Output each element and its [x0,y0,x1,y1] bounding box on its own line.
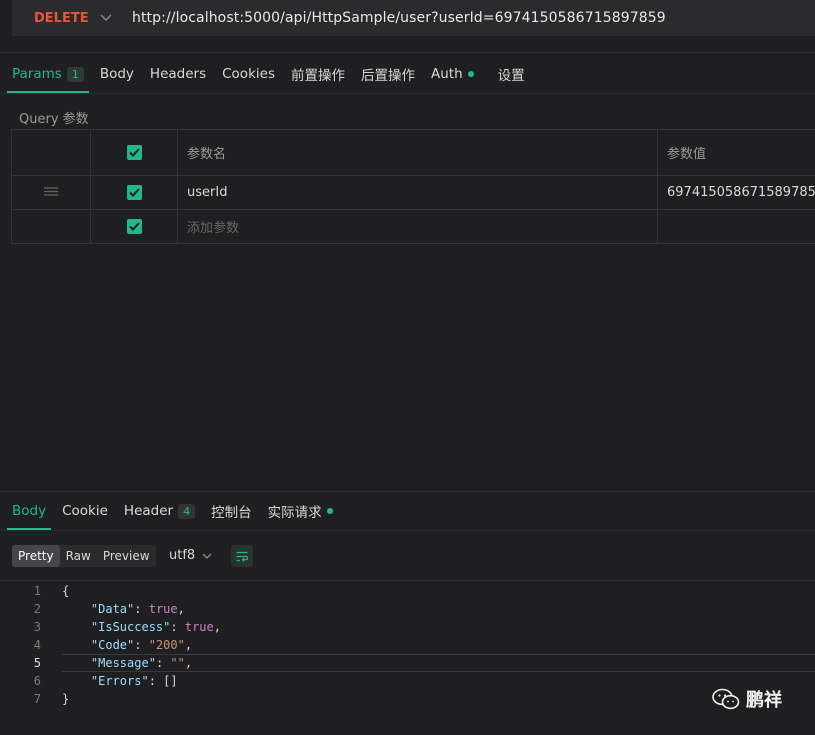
tab-label: 控制台 [211,505,252,521]
tab-response-cookie[interactable]: Cookie [62,492,108,530]
divider [0,580,815,581]
tab-label: 设置 [497,68,525,84]
line-number: 6 [33,674,41,688]
chevron-down-icon [202,553,212,559]
code-line: 7 } [0,690,815,708]
code-line: 4 "Code": "200", [0,636,815,654]
tab-settings[interactable]: 设置 [498,55,525,93]
add-param-value[interactable] [657,210,815,243]
table-cell [90,176,177,209]
line-number: 7 [33,692,41,706]
code-text: } [62,692,70,706]
query-params-label: Query 参数 [19,112,89,127]
table-cell [11,210,90,243]
code-text: "Code": "200", [90,638,193,652]
tab-label: 前置操作 [290,68,345,84]
view-pretty-button[interactable]: Pretty [12,545,60,567]
table-header-row: 参数名 参数值 [11,130,815,176]
code-line: 6 "Errors": [] [0,672,815,690]
code-line: 2 "Data": true, [0,600,815,618]
tab-response-body[interactable]: Body [6,492,52,530]
table-row: 添加参数 [11,210,815,244]
table-cell [11,130,90,175]
tab-label: Headers [149,66,207,82]
tab-params[interactable]: Params 1 [7,55,89,93]
encoding-value: utf8 [169,548,196,563]
view-raw-button[interactable]: Raw [60,545,97,567]
new-param-checkbox[interactable] [126,219,142,234]
tab-label: Auth [430,66,463,82]
divider [0,93,815,94]
tab-label: Body [12,503,47,519]
line-number: 5 [33,656,41,670]
tab-label: Body [99,66,134,82]
table-cell [90,210,177,243]
encoding-select[interactable]: utf8 [169,548,212,563]
table-cell [11,176,90,209]
tab-headers[interactable]: Headers [150,55,206,93]
wrap-icon [236,551,248,562]
tab-label: Cookie [62,503,108,519]
line-number: 2 [33,602,41,616]
response-tabs: Body Cookie Header 4 控制台 实际请求 [6,492,349,530]
request-tabs: Params 1 Body Headers Cookies 前置操作 后置操作 … [7,55,541,93]
url-bar: DELETE http://localhost:5000/api/HttpSam… [12,0,815,36]
status-dot [326,508,333,514]
line-number: 4 [33,638,41,652]
wechat-icon [712,688,740,710]
tab-console[interactable]: 控制台 [211,492,252,530]
watermark-text: 鹏祥 [746,690,782,711]
code-line: 1 { [0,582,815,600]
method-select[interactable]: DELETE [34,11,92,26]
watermark: 鹏祥 [712,686,782,712]
divider [0,52,815,53]
param-name-field[interactable]: userId [177,176,657,209]
tab-label: 后置操作 [360,68,415,84]
add-param-input[interactable]: 添加参数 [177,210,657,243]
tab-response-header[interactable]: Header 4 [123,492,196,530]
view-mode-toggle: Pretty Raw Preview [12,545,156,567]
chevron-down-icon[interactable] [92,0,120,36]
status-dot [467,71,474,77]
code-text: { [62,584,70,598]
divider [0,530,815,531]
code-text: "Errors": [] [90,674,178,688]
header-count-badge: 4 [178,503,196,519]
url-input[interactable]: http://localhost:5000/api/HttpSample/use… [132,10,666,26]
line-number: 1 [33,584,41,598]
column-header-value: 参数值 [657,130,815,175]
response-code-editor[interactable]: 1 { 2 "Data": true, 3 "IsSuccess": true,… [0,582,815,708]
tab-post-ops[interactable]: 后置操作 [361,55,415,93]
select-all-checkbox[interactable] [126,145,142,160]
table-cell [90,130,177,175]
code-line: 3 "IsSuccess": true, [0,618,815,636]
current-line-highlight [62,654,815,672]
params-count-badge: 1 [66,66,84,82]
params-table: 参数名 参数值 userId 6974150586715897859 添加参数 [11,129,815,244]
word-wrap-button[interactable] [231,545,253,567]
tab-cookies[interactable]: Cookies [222,55,275,93]
tab-label: 实际请求 [267,505,322,521]
code-line-current: 5 "Message": "", [0,654,815,672]
table-row: userId 6974150586715897859 [11,176,815,210]
code-text: "IsSuccess": true, [90,620,221,634]
tab-pre-ops[interactable]: 前置操作 [291,55,345,93]
tab-auth[interactable]: Auth [431,55,474,93]
drag-handle-icon[interactable] [44,185,58,200]
param-enabled-checkbox[interactable] [126,185,142,200]
view-preview-button[interactable]: Preview [97,545,156,567]
tab-actual-request[interactable]: 实际请求 [268,492,333,530]
param-value-field[interactable]: 6974150586715897859 [657,176,815,209]
tab-label: Header [123,503,174,519]
tab-label: Params [12,66,62,82]
tab-label: Cookies [222,66,275,82]
tab-body[interactable]: Body [100,55,134,93]
line-number: 3 [33,620,41,634]
column-header-name: 参数名 [177,130,657,175]
code-text: "Data": true, [90,602,185,616]
